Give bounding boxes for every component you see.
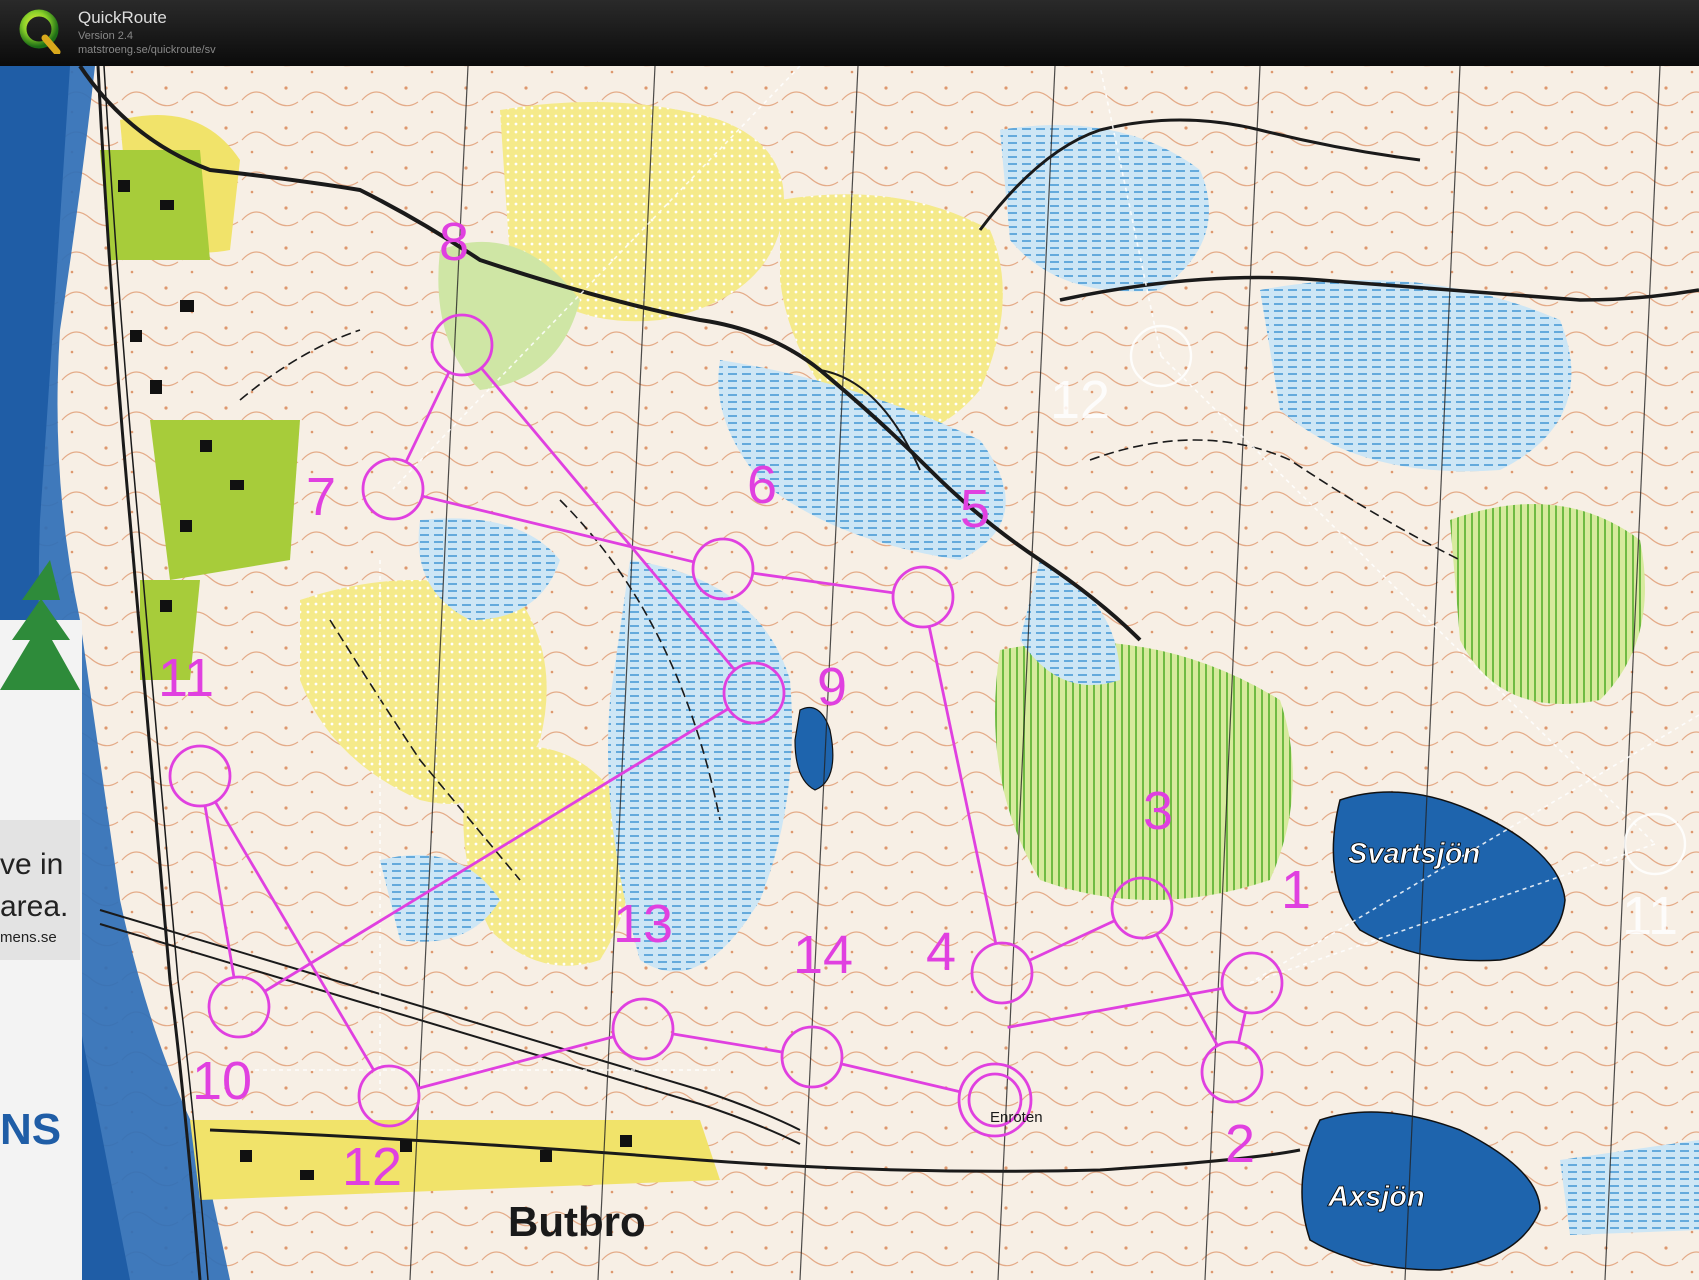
control-number-8: 8 [439,212,469,272]
control-number-1: 1 [1281,860,1311,920]
map-canvas: 12345678910111213141211 Svartsjön Axsjön… [0,66,1699,1280]
control-number-4: 4 [926,922,956,982]
ad-line-3: mens.se [0,929,57,946]
place-label-enroten: Enroten [990,1109,1043,1126]
ghost-control-number-11: 11 [1622,886,1678,946]
ad-line-1: ve in [0,848,63,881]
app-name: QuickRoute [78,8,167,27]
control-number-13: 13 [613,894,673,954]
control-number-3: 3 [1143,781,1173,841]
control-number-12: 12 [342,1137,402,1197]
place-label-butbro: Butbro [508,1198,646,1245]
control-number-10: 10 [192,1051,252,1111]
control-number-5: 5 [960,479,990,539]
control-number-14: 14 [793,925,853,985]
ghost-control-number-12: 12 [1050,370,1110,430]
control-number-2: 2 [1225,1114,1255,1174]
place-label-svartsjon: Svartsjön [1348,838,1480,870]
terrain-layer [0,66,1699,1280]
control-number-9: 9 [817,657,847,717]
quickroute-logo-icon [19,9,61,54]
control-number-11: 11 [158,648,214,708]
app-titlebar: QuickRoute Version 2.4 matstroeng.se/qui… [0,0,1699,67]
app-version: Version 2.4 [78,30,134,42]
control-number-7: 7 [306,467,336,527]
app-url: matstroeng.se/quickroute/sv [78,44,216,56]
ad-line-2: area. [0,890,68,923]
orienteering-map[interactable]: 1 2 3 4 5 6 7 8 9 10 11 12 13 14 12 11 Svartsjön Axsjön… [0,66,1699,1280]
ad-logo-text: NS [0,1105,61,1154]
place-label-axsjon: Axsjön [1327,1181,1425,1213]
control-number-6: 6 [747,455,777,515]
